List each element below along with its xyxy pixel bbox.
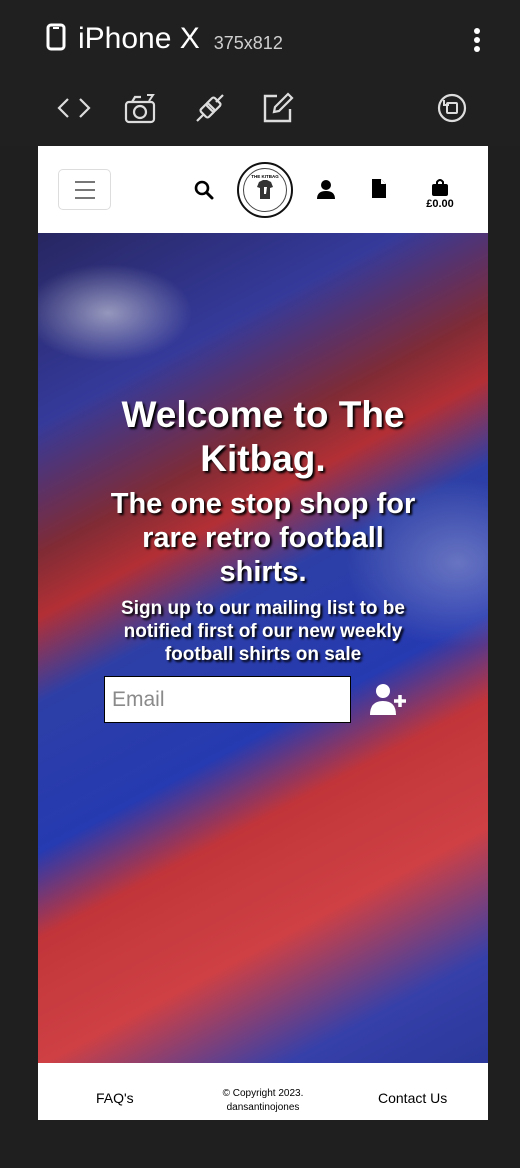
tool-row bbox=[52, 90, 472, 130]
svg-text:THE KITBAG: THE KITBAG bbox=[251, 174, 279, 179]
cart-total[interactable]: £0.00 bbox=[420, 198, 460, 210]
email-input[interactable] bbox=[104, 676, 351, 723]
device-toolbar: iPhone X 375x812 bbox=[0, 0, 520, 146]
document-icon[interactable] bbox=[367, 176, 391, 200]
mobile-viewport: THE KITBAG £0.00 Welcome to The Kitbag. … bbox=[38, 146, 488, 1120]
hero-content: Welcome to The Kitbag. The one stop shop… bbox=[38, 393, 488, 666]
contact-link[interactable]: Contact Us bbox=[378, 1090, 447, 1106]
copyright-text: © Copyright 2023. dansantinojones bbox=[208, 1087, 318, 1115]
more-options-icon[interactable] bbox=[472, 28, 482, 52]
device-size: 375x812 bbox=[213, 32, 283, 53]
rotate-icon[interactable] bbox=[434, 90, 470, 126]
site-logo[interactable]: THE KITBAG bbox=[237, 162, 293, 218]
faq-link[interactable]: FAQ's bbox=[96, 1090, 134, 1106]
connect-plug-icon[interactable] bbox=[192, 90, 228, 126]
screenshot-camera-icon[interactable] bbox=[122, 90, 158, 126]
hero-title: Welcome to The Kitbag. bbox=[121, 394, 405, 479]
edit-icon[interactable] bbox=[260, 90, 296, 126]
device-selector[interactable]: iPhone X 375x812 bbox=[46, 22, 283, 56]
newsletter-form bbox=[104, 676, 411, 723]
phone-icon bbox=[46, 23, 66, 56]
code-icon[interactable] bbox=[56, 90, 92, 126]
site-footer: FAQ's © Copyright 2023. dansantinojones … bbox=[38, 1063, 488, 1120]
menu-toggle-button[interactable] bbox=[58, 169, 111, 210]
subscribe-add-user-icon[interactable] bbox=[369, 680, 411, 720]
signup-text: Sign up to our mailing list to be notifi… bbox=[121, 598, 405, 665]
hero-subtitle: The one stop shop for rare retro footbal… bbox=[110, 488, 416, 588]
copyright-line-1: © Copyright 2023. bbox=[222, 1088, 304, 1099]
hero-banner: Welcome to The Kitbag. The one stop shop… bbox=[38, 233, 488, 1063]
account-icon[interactable] bbox=[314, 177, 338, 201]
site-navbar: THE KITBAG £0.00 bbox=[38, 146, 488, 233]
device-name: iPhone X bbox=[78, 22, 200, 55]
copyright-line-2: dansantinojones bbox=[226, 1102, 300, 1113]
shopping-bag-icon[interactable] bbox=[428, 177, 452, 197]
search-icon[interactable] bbox=[192, 178, 216, 202]
